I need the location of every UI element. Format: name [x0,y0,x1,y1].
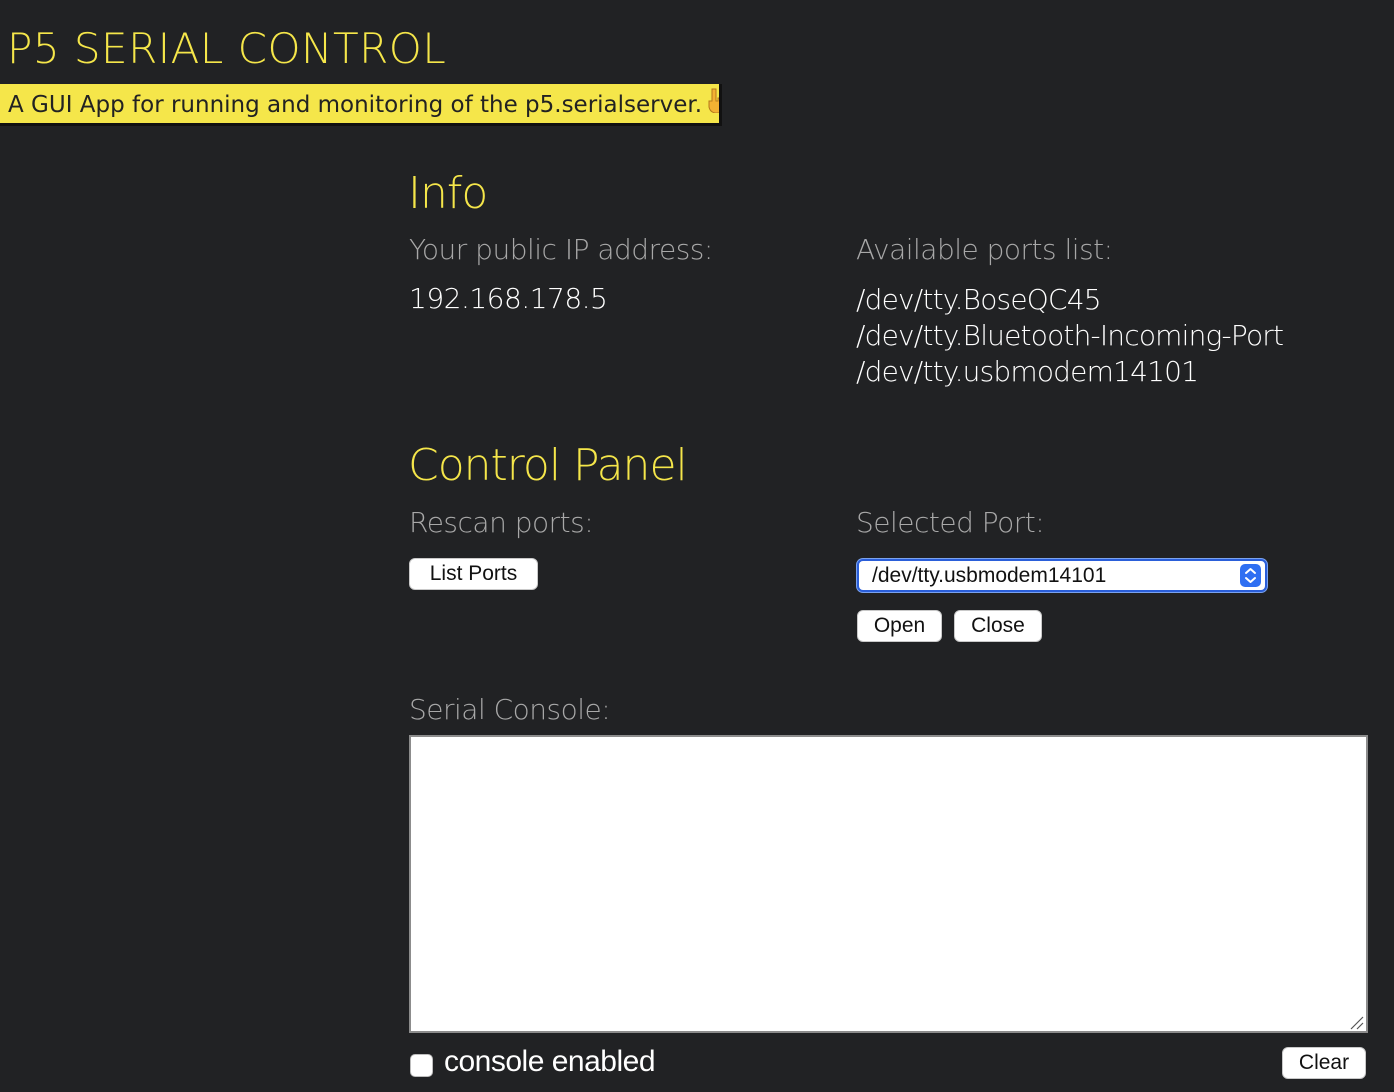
available-ports-list: /dev/tty.BoseQC45 /dev/tty.Bluetooth-Inc… [856,282,1284,390]
subtitle-banner: A GUI App for running and monitoring of … [0,84,722,126]
list-item: /dev/tty.usbmodem14101 [856,355,1199,388]
list-ports-button[interactable]: List Ports [409,558,538,590]
info-heading: Info [408,168,488,219]
list-item: /dev/tty.BoseQC45 [856,283,1102,316]
serial-console-label: Serial Console: [409,693,611,726]
open-port-button[interactable]: Open [857,610,942,642]
console-enabled-checkbox[interactable] [410,1054,433,1077]
app-title: P5 SERIAL CONTROL [7,24,447,73]
rescan-ports-label: Rescan ports: [409,506,594,539]
select-arrows-icon [1240,564,1261,587]
ip-address-label: Your public IP address: [409,233,713,266]
selected-port-value: /dev/tty.usbmodem14101 [872,564,1107,587]
serial-console-textarea[interactable] [409,735,1368,1033]
list-item: /dev/tty.Bluetooth-Incoming-Port [856,319,1284,352]
selected-port-select[interactable]: /dev/tty.usbmodem14101 [857,559,1267,592]
control-panel-heading: Control Panel [408,440,688,491]
ip-address-value: 192.168.178.5 [409,282,608,315]
close-port-button[interactable]: Close [954,610,1042,642]
pointing-down-hand-icon [706,85,719,124]
selected-port-label: Selected Port: [856,506,1045,539]
subtitle-text: A GUI App for running and monitoring of … [8,92,703,118]
console-enabled-label[interactable]: console enabled [444,1045,656,1079]
resize-grip-icon[interactable] [1348,1014,1364,1030]
clear-console-button[interactable]: Clear [1282,1047,1366,1079]
available-ports-label: Available ports list: [856,233,1113,266]
